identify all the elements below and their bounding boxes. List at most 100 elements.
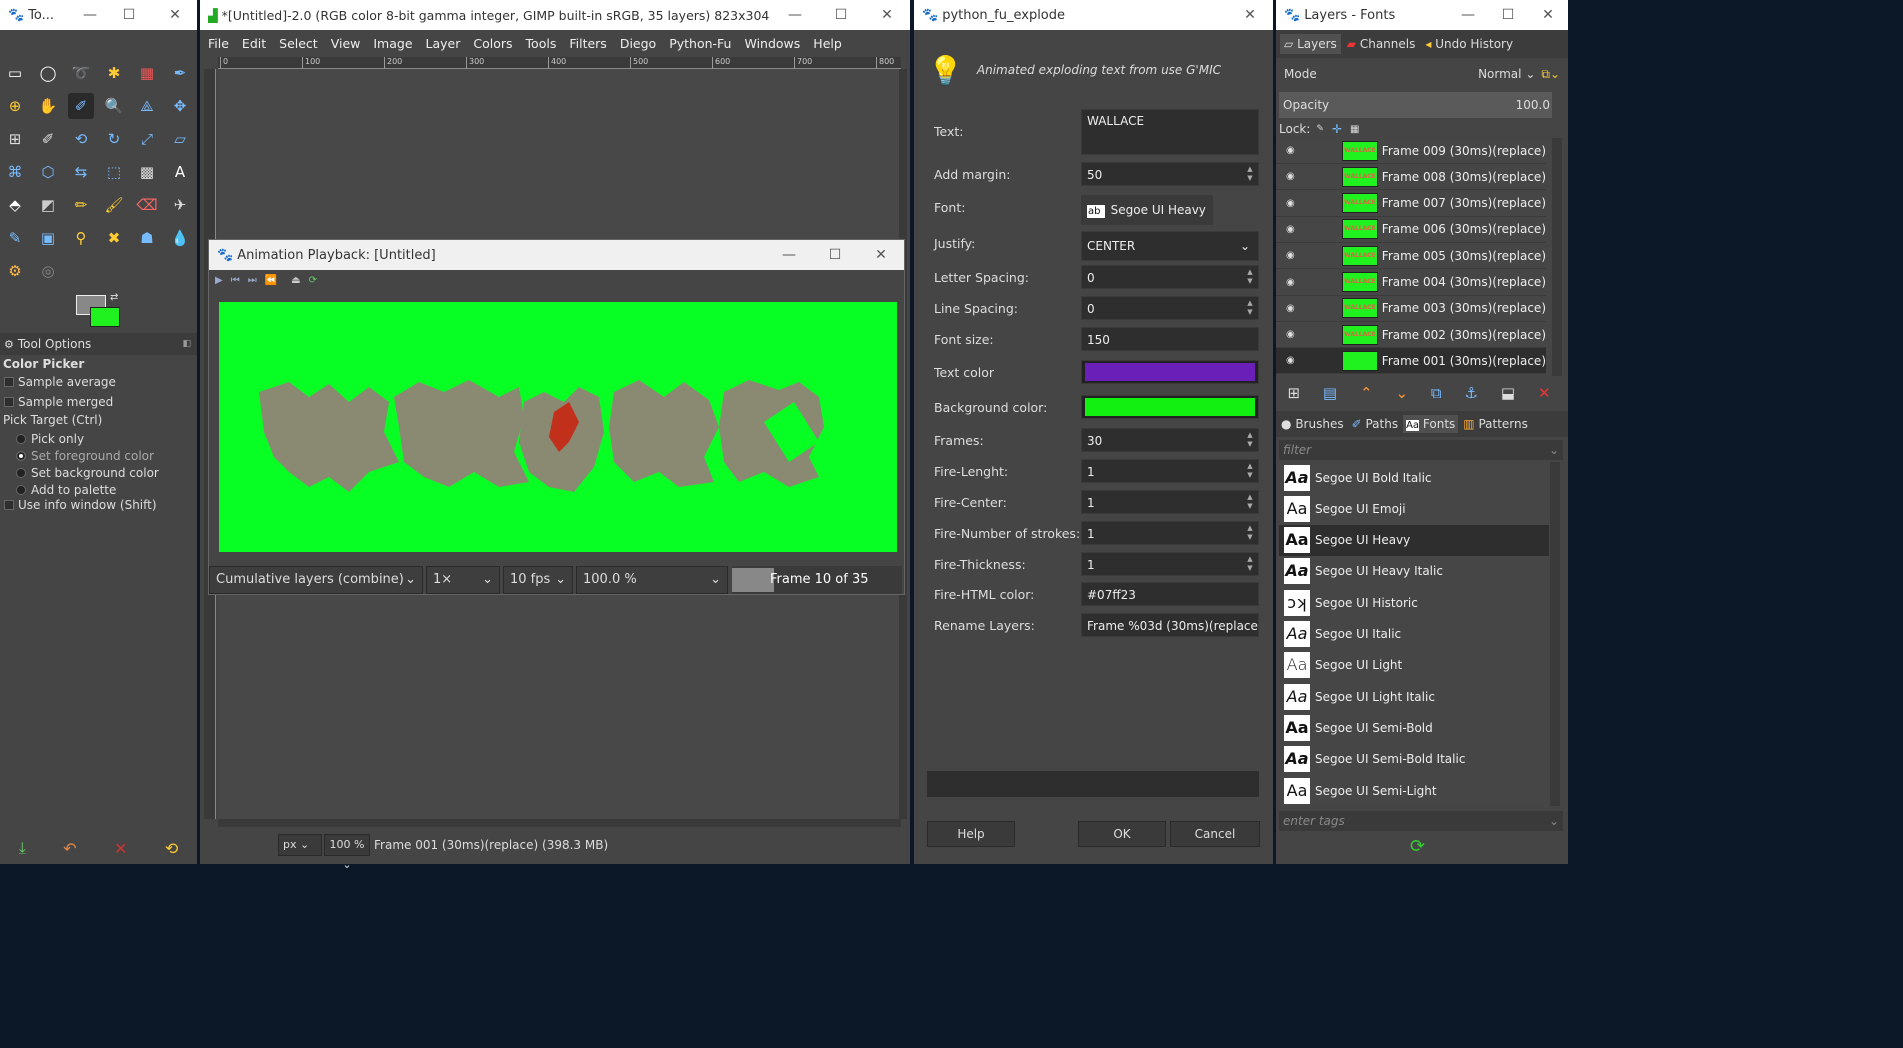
reset-options-icon[interactable]: ⟲ — [165, 839, 178, 858]
visibility-eye-icon[interactable]: ◉ — [1286, 250, 1295, 261]
radio-icon[interactable] — [16, 433, 26, 444]
swap-colors-icon[interactable]: ⇄ — [110, 292, 118, 303]
close-icon[interactable]: ✕ — [1528, 7, 1568, 23]
font-list-item[interactable]: Aa Segoe UI Heavy — [1279, 524, 1549, 556]
field-input[interactable]: 1 ▲ ▼ — [1081, 521, 1259, 545]
delete-layer-icon[interactable]: ✕ — [1538, 384, 1551, 402]
tab-patterns[interactable]: ▥ Patterns — [1460, 415, 1531, 433]
text-color-button[interactable] — [1081, 360, 1259, 384]
playback-titlebar[interactable]: 🐾 Animation Playback: [Untitled] — ☐ ✕ — [209, 240, 904, 270]
font-list-item[interactable]: Aa Segoe UI Semi-Light — [1279, 775, 1549, 806]
visibility-eye-icon[interactable]: ◉ — [1286, 355, 1295, 366]
perspective-tool-icon[interactable]: ⬚ — [101, 159, 127, 185]
shear-tool-icon[interactable]: ▱ — [167, 126, 193, 152]
radio-icon[interactable] — [16, 484, 26, 495]
merge-down-icon[interactable]: ⬓ — [1501, 384, 1515, 402]
lock-pixels-icon[interactable]: ✎ — [1316, 124, 1324, 134]
reload-icon[interactable]: ⟳ — [309, 275, 317, 286]
close-icon[interactable]: ✕ — [153, 7, 197, 23]
maximize-icon[interactable]: ☐ — [818, 7, 864, 23]
foreground-select-tool-icon[interactable]: ✋ — [35, 93, 61, 119]
tab-fonts[interactable]: Aa Fonts — [1403, 415, 1459, 433]
visibility-eye-icon[interactable]: ◉ — [1286, 224, 1295, 235]
font-list-item[interactable]: Aa Segoe UI Italic — [1279, 619, 1549, 650]
sample-average-option[interactable]: Sample average — [4, 375, 116, 389]
font-button[interactable]: ab Segoe UI Heavy — [1081, 195, 1213, 225]
flip-tool-icon[interactable]: ⇆ — [68, 159, 94, 185]
paintbrush-tool-icon[interactable]: 🖌 — [101, 192, 127, 218]
new-group-icon[interactable]: ▤ — [1323, 384, 1337, 402]
fps-select[interactable]: 10 fps ⌄ — [503, 566, 573, 594]
use-info-window-option[interactable]: Use info window (Shift) — [4, 498, 157, 512]
tab-layers[interactable]: ▱ Layers — [1280, 34, 1341, 54]
pick-option-3[interactable]: Add to palette — [16, 481, 159, 498]
tab-channels[interactable]: ▰ Channels — [1343, 34, 1420, 54]
unified-transform-tool-icon[interactable]: ⟲ — [68, 126, 94, 152]
ok-button[interactable]: OK — [1078, 821, 1166, 847]
layer-row[interactable]: ◉ WALLACE Frame 003 (30ms)(replace) — [1276, 296, 1546, 322]
font-list-item[interactable]: Aa Segoe UI Semi-Bold Italic — [1279, 744, 1549, 775]
menu-layer[interactable]: Layer — [426, 36, 461, 51]
gradient-tool-icon[interactable]: ◩ — [35, 192, 61, 218]
text-field[interactable]: WALLACE — [1081, 109, 1259, 155]
menu-diego[interactable]: Diego — [620, 36, 656, 51]
scale-tool-icon[interactable]: ⤢ — [134, 126, 160, 152]
menu-edit[interactable]: Edit — [242, 36, 266, 51]
cancel-button[interactable]: Cancel — [1170, 821, 1260, 847]
eraser-tool-icon[interactable]: ⌫ — [134, 192, 160, 218]
menu-view[interactable]: View — [331, 36, 361, 51]
minimize-icon[interactable]: — — [766, 247, 812, 263]
field-input[interactable]: 1 ▲ ▼ — [1081, 490, 1259, 514]
rewind-icon[interactable]: ⏮ — [231, 275, 240, 286]
toolbox-titlebar[interactable]: 🐾 To... — ☐ ✕ — [0, 0, 197, 30]
pick-option-0[interactable]: Pick only — [16, 430, 159, 447]
visibility-eye-icon[interactable]: ◉ — [1286, 145, 1295, 156]
clone-tool-icon[interactable]: ⚲ — [68, 225, 94, 251]
checkbox-icon[interactable] — [4, 397, 14, 407]
layer-list-scrollbar[interactable] — [1552, 138, 1562, 376]
anchor-icon[interactable]: ⚓ — [1465, 384, 1478, 402]
image-map-tool-icon[interactable]: ▣ — [35, 225, 61, 251]
visibility-eye-icon[interactable]: ◉ — [1286, 171, 1295, 182]
visibility-eye-icon[interactable]: ◉ — [1286, 198, 1295, 209]
font-filter-input[interactable]: filter ⌄ — [1279, 440, 1563, 460]
tab-paths[interactable]: ✐ Paths — [1349, 415, 1402, 433]
font-list-scrollbar[interactable] — [1550, 462, 1560, 806]
duplicate-layer-icon[interactable]: ⧉ — [1431, 384, 1442, 402]
field-input[interactable]: 1 ▲ ▼ — [1081, 552, 1259, 576]
close-icon[interactable]: ✕ — [1227, 7, 1273, 23]
maximize-icon[interactable]: ☐ — [812, 247, 858, 263]
menu-windows[interactable]: Windows — [744, 36, 800, 51]
minimize-icon[interactable]: — — [1448, 7, 1488, 23]
tab-brushes[interactable]: ● Brushes — [1278, 415, 1347, 433]
sample-merged-option[interactable]: Sample merged — [4, 395, 113, 409]
spinner-arrows-icon[interactable]: ▲ ▼ — [1244, 431, 1256, 449]
fuzzy-select-tool-icon[interactable]: ✱ — [101, 60, 127, 86]
align-tool-icon[interactable]: ⊞ — [2, 126, 28, 152]
dialog-titlebar[interactable]: 🐾 python_fu_explode ✕ — [914, 0, 1273, 30]
layer-mode-select[interactable]: Cumulative layers (combine) ⌄ — [209, 566, 423, 594]
warp-transform-tool-icon[interactable]: ⚙ — [2, 258, 28, 284]
field-input[interactable]: #07ff23 — [1081, 582, 1259, 606]
color-picker-tool-icon[interactable]: ✐ — [68, 93, 94, 119]
crop-tool-icon[interactable]: ✐ — [35, 126, 61, 152]
spinner-arrows-icon[interactable]: ▲ ▼ — [1244, 165, 1256, 183]
menu-filters[interactable]: Filters — [569, 36, 606, 51]
tab-menu-icon[interactable]: ◧ — [182, 339, 191, 349]
font-list-item[interactable]: Aa Segoe UI Semi-Bold — [1279, 712, 1549, 743]
blur-tool-icon[interactable]: 💧 — [167, 225, 193, 251]
close-icon[interactable]: ✕ — [864, 7, 910, 23]
pick-option-2[interactable]: Set background color — [16, 464, 159, 481]
zoom-select[interactable]: 100 % ⌄ — [324, 834, 370, 871]
font-list-item[interactable]: ɔʞ Segoe UI Historic — [1279, 587, 1549, 618]
menu-python-fu[interactable]: Python-Fu — [669, 36, 731, 51]
frame-progress[interactable]: Frame 10 of 35 — [732, 566, 902, 594]
smudge-tool-icon[interactable]: ✖ — [101, 225, 127, 251]
layer-row[interactable]: ◉ WALLACE Frame 009 (30ms)(replace) — [1276, 138, 1546, 164]
step-back-icon[interactable]: ⏪ — [265, 275, 277, 286]
gegl-tool-icon[interactable]: ◎ — [35, 258, 61, 284]
move-tool-icon[interactable]: ✥ — [167, 93, 193, 119]
mode-select[interactable]: Normal ⌄ — [1478, 67, 1535, 81]
font-list-item[interactable]: Aa Segoe UI Bold Italic — [1279, 462, 1549, 493]
paths-tool-icon[interactable]: ✒ — [167, 60, 193, 86]
